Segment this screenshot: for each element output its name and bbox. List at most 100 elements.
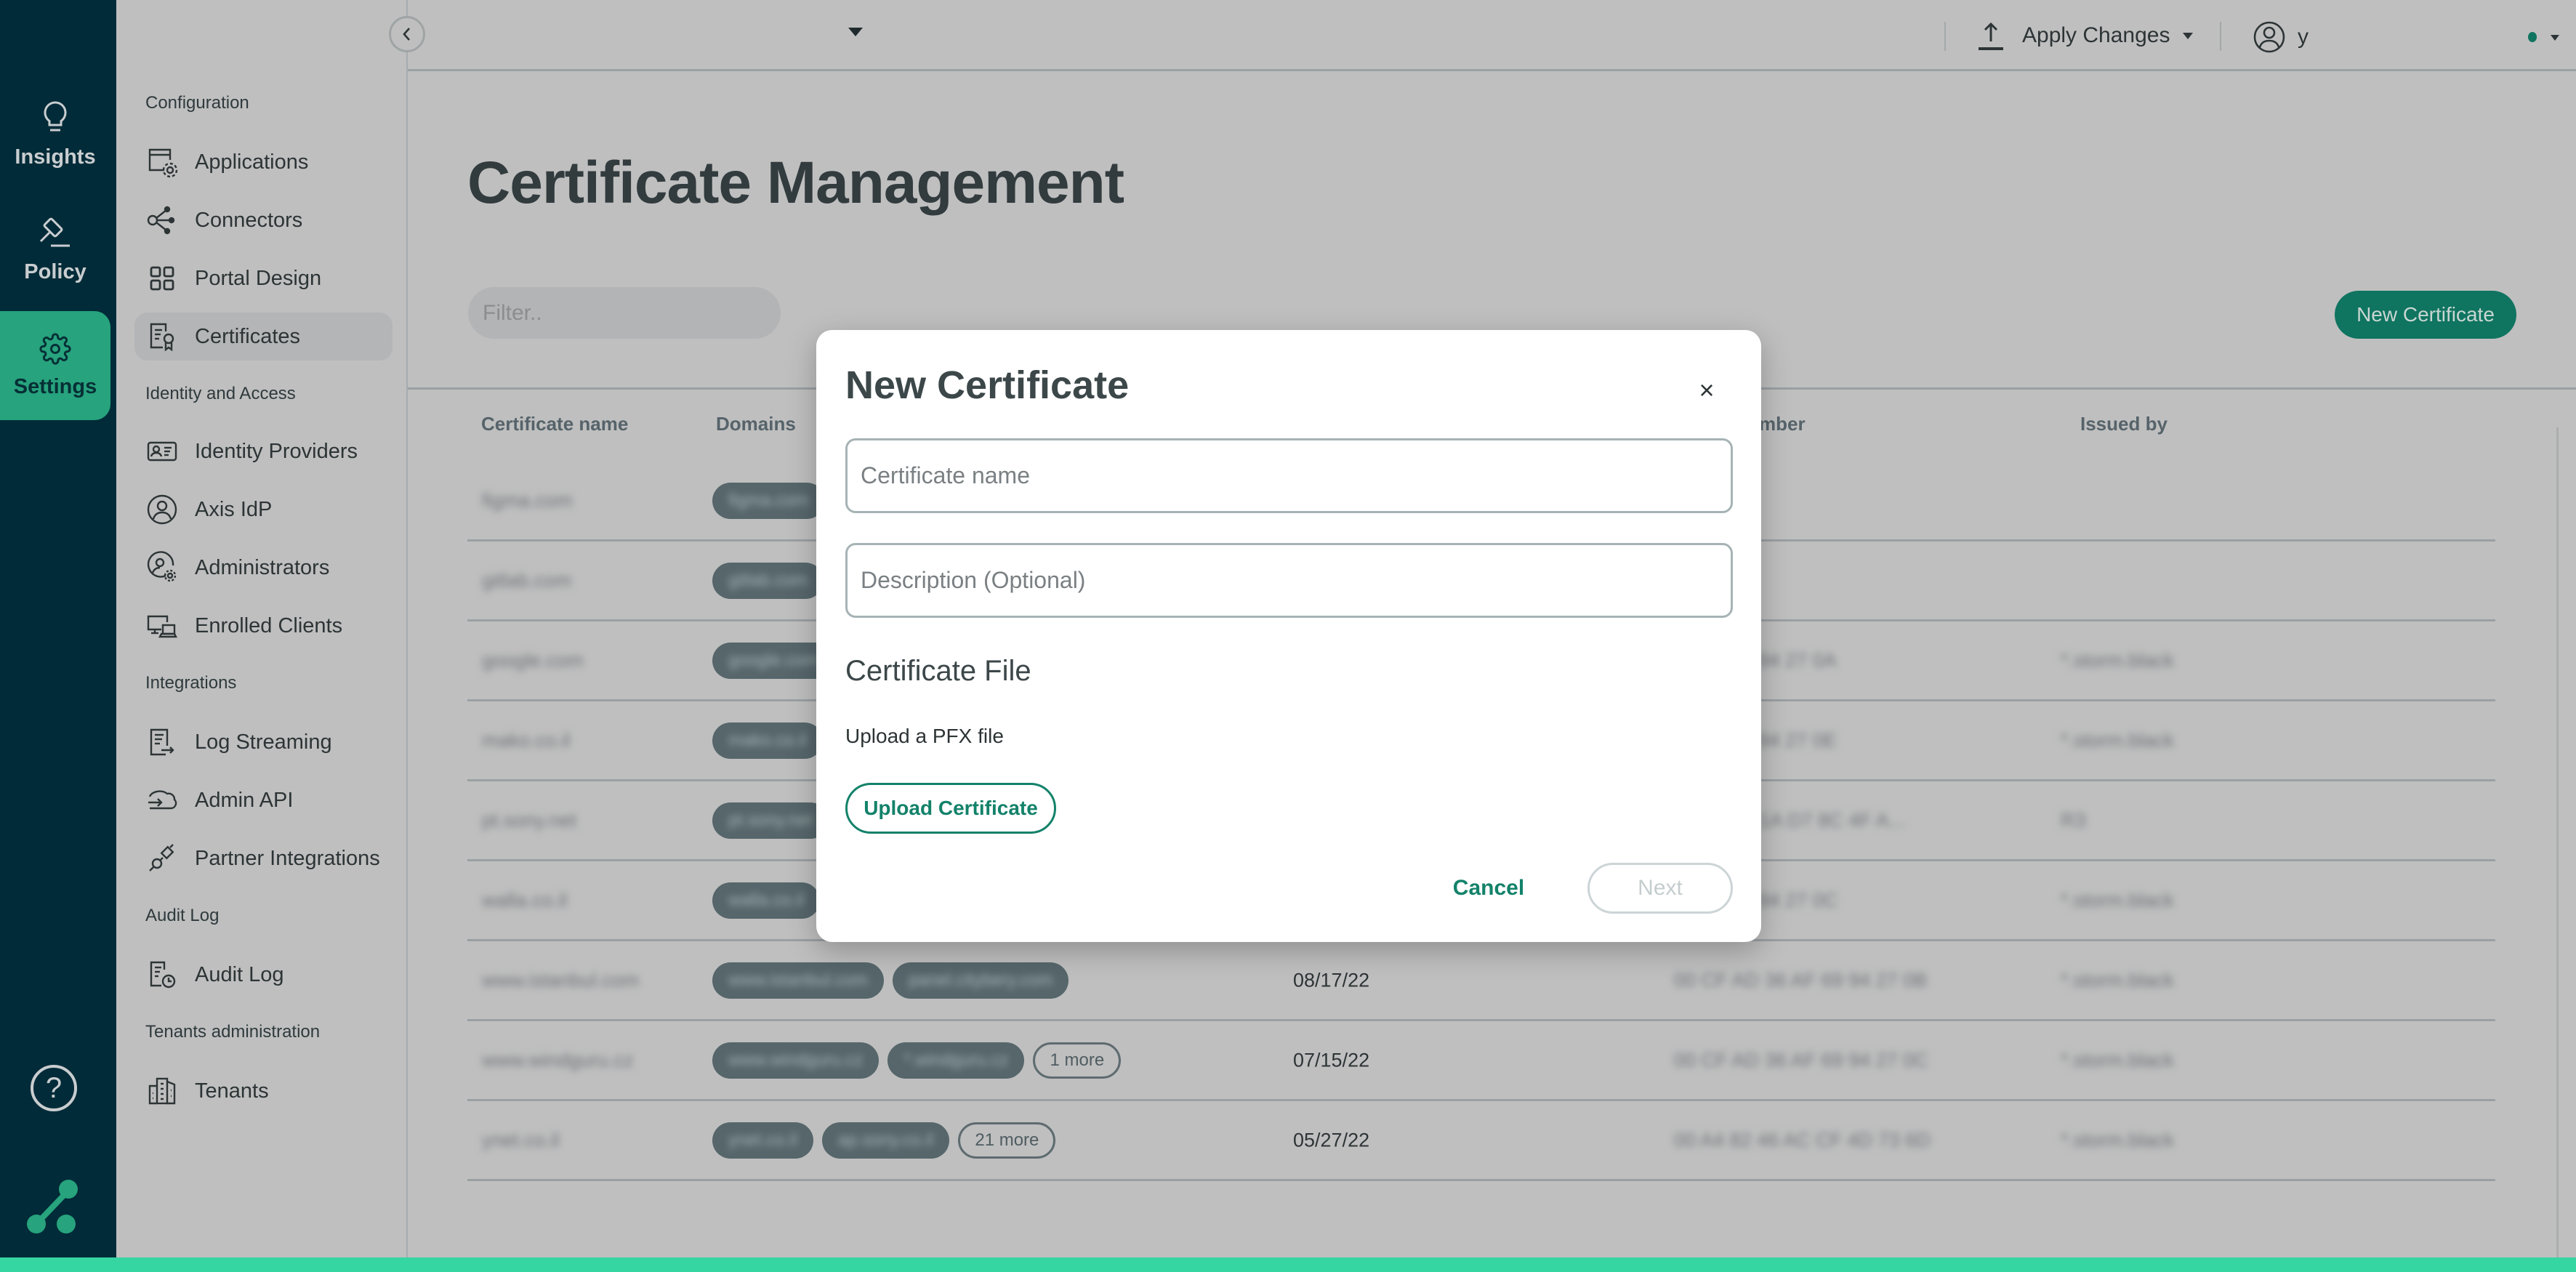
table-row[interactable]: ynet.co.il ynet.co.il ap.sony.co.il 21 more…: [467, 1101, 2495, 1181]
serial-number-cell: 00 CF AD 36 AF 69 94 27 0B: [1674, 969, 1928, 991]
devices-icon: [147, 615, 177, 638]
cancel-button[interactable]: Cancel: [1441, 863, 1536, 914]
sidebar-item-identity-providers[interactable]: Identity Providers: [134, 427, 393, 475]
domain-chip-label: www.istanbul.com: [728, 970, 869, 990]
column-header-domains[interactable]: Domains: [716, 413, 796, 435]
table-row[interactable]: www.windguru.cz www.windguru.cz *.windguru…: [467, 1021, 2495, 1101]
issued-by-cell: *.storm.black: [2061, 889, 2175, 911]
issued-by-cell: *.storm.black: [2061, 1129, 2175, 1151]
rail-item-policy[interactable]: Policy: [0, 195, 110, 304]
user-circle-icon: [147, 494, 177, 525]
domain-chip: mako.co.il: [712, 722, 824, 759]
sidebar-item-label: Axis IdP: [195, 497, 273, 521]
rail-item-insights[interactable]: Insights: [0, 80, 110, 189]
domains-cell: mako.co.il: [712, 722, 832, 759]
sidebar-item-label: Administrators: [195, 555, 330, 579]
domain-chip-label: panel.citybery.com: [909, 970, 1053, 990]
scrollbar[interactable]: [2556, 427, 2575, 1257]
domain-chip-label: walla.co.il: [728, 890, 805, 910]
status-dropdown-caret-icon[interactable]: [2551, 35, 2559, 41]
sidebar-item-connectors[interactable]: Connectors: [134, 196, 393, 244]
column-header-certificate-name[interactable]: Certificate name: [481, 413, 628, 435]
apply-changes-button[interactable]: Apply Changes: [1976, 19, 2194, 52]
domain-chip-label: www.windguru.cz: [728, 1050, 864, 1070]
sidebar-item-certificates[interactable]: Certificates: [134, 313, 393, 361]
certificate-name-cell: walla.co.il: [482, 889, 568, 911]
sidebar-item-portal-design[interactable]: Portal Design: [134, 254, 393, 302]
sidebar-item-label: Admin API: [195, 788, 294, 812]
domain-chip: figma.com: [712, 482, 825, 519]
sidebar-item-admin-api[interactable]: Admin API: [134, 776, 393, 824]
domain-chip-label: pt.sony.net: [728, 810, 813, 830]
gavel-icon: [39, 217, 70, 246]
sidebar-item-applications[interactable]: Applications: [134, 138, 393, 186]
tenant-dropdown-caret-icon[interactable]: [848, 28, 863, 36]
brand-logo: [27, 1180, 78, 1233]
lightbulb-icon: [44, 100, 67, 131]
user-gear-icon: [147, 551, 177, 582]
expiry-date-cell: 05/27/22: [1293, 1129, 1370, 1151]
domain-chip: ap.sony.co.il: [821, 1122, 950, 1159]
sidebar-item-audit-log[interactable]: Audit Log: [134, 951, 393, 999]
domains-cell: walla.co.il: [712, 882, 829, 919]
expiry-date-cell: 07/15/22: [1293, 1049, 1370, 1071]
sidebar-item-enrolled-clients[interactable]: Enrolled Clients: [134, 602, 393, 650]
column-header-serial-number[interactable]: mber: [1759, 413, 1806, 435]
sidebar-item-label: Partner Integrations: [195, 846, 380, 870]
rail-item-settings[interactable]: Settings: [0, 311, 110, 420]
section-configuration: Configuration: [145, 93, 249, 113]
grid-icon: [150, 266, 174, 291]
certificate-name-cell: www.istanbul.com: [482, 969, 640, 991]
header-divider: [2220, 22, 2221, 51]
certificate-name-cell: ynet.co.il: [482, 1129, 560, 1151]
sidebar-item-tenants[interactable]: Tenants: [134, 1067, 393, 1115]
new-certificate-dialog: New Certificate × Certificate File Uploa…: [816, 330, 1761, 942]
sidebar-item-administrators[interactable]: Administrators: [134, 544, 393, 592]
help-button[interactable]: ?: [31, 1065, 77, 1111]
domain-chip: walla.co.il: [712, 882, 821, 919]
sidebar-item-log-streaming[interactable]: Log Streaming: [134, 718, 393, 766]
page-title: Certificate Management: [467, 150, 1124, 216]
issued-by-cell: *.storm.black: [2061, 649, 2175, 671]
domains-cell: www.istanbul.com panel.citybery.com: [712, 962, 1077, 999]
filter-input[interactable]: [483, 300, 763, 326]
certificate-name-input[interactable]: [845, 438, 1733, 513]
user-menu[interactable]: y: [2253, 20, 2309, 54]
upload-certificate-button[interactable]: Upload Certificate: [845, 783, 1056, 834]
apply-changes-label: Apply Changes: [2022, 23, 2170, 47]
close-icon[interactable]: ×: [1692, 375, 1721, 405]
log-stream-icon: [150, 728, 174, 756]
sidebar-item-label: Tenants: [195, 1079, 269, 1103]
domains-cell: ynet.co.il ap.sony.co.il 21 more: [712, 1122, 1064, 1159]
more-domains-chip[interactable]: 21 more: [958, 1122, 1056, 1159]
next-button[interactable]: Next: [1587, 863, 1733, 914]
more-domains-chip[interactable]: 1 more: [1033, 1042, 1122, 1079]
rail-item-label: Settings: [13, 374, 97, 398]
sidebar-item-partner-integrations[interactable]: Partner Integrations: [134, 834, 393, 882]
section-audit-log: Audit Log: [145, 906, 220, 925]
domain-chip-label: ynet.co.il: [728, 1130, 797, 1150]
upload-icon: [1979, 22, 2003, 50]
domain-chip: panel.citybery.com: [893, 962, 1069, 999]
sidebar-item-axis-idp[interactable]: Axis IdP: [134, 486, 393, 534]
table-row[interactable]: www.istanbul.com www.istanbul.com panel.ci…: [467, 941, 2495, 1021]
section-identity-access: Identity and Access: [145, 384, 296, 403]
user-name: y: [2298, 25, 2309, 49]
issued-by-cell: *.storm.black: [2061, 969, 2175, 991]
certificate-name-cell: gitlab.com: [482, 569, 572, 591]
certificate-name-cell: mako.co.il: [482, 729, 571, 751]
serial-number-cell: 00 A4 82 46 AC CF 4D 73 6D: [1674, 1129, 1931, 1151]
certificate-name-cell: pt.sony.net: [482, 809, 577, 831]
expiry-date-cell: 08/17/22: [1293, 969, 1370, 991]
certificate-name-cell: www.windguru.cz: [482, 1049, 634, 1071]
cloud-arrow-icon: [148, 790, 177, 810]
domain-chip: www.istanbul.com: [712, 962, 885, 999]
domain-chip: *.windguru.cz: [887, 1042, 1025, 1079]
domains-cell: figma.com: [712, 482, 834, 519]
new-certificate-button[interactable]: New Certificate: [2335, 291, 2516, 339]
upload-hint: Upload a PFX file: [845, 725, 1004, 747]
description-input[interactable]: [845, 543, 1733, 618]
column-header-issued-by[interactable]: Issued by: [2080, 413, 2168, 435]
sidebar-item-label: Applications: [195, 150, 309, 174]
id-card-icon: [147, 441, 177, 462]
